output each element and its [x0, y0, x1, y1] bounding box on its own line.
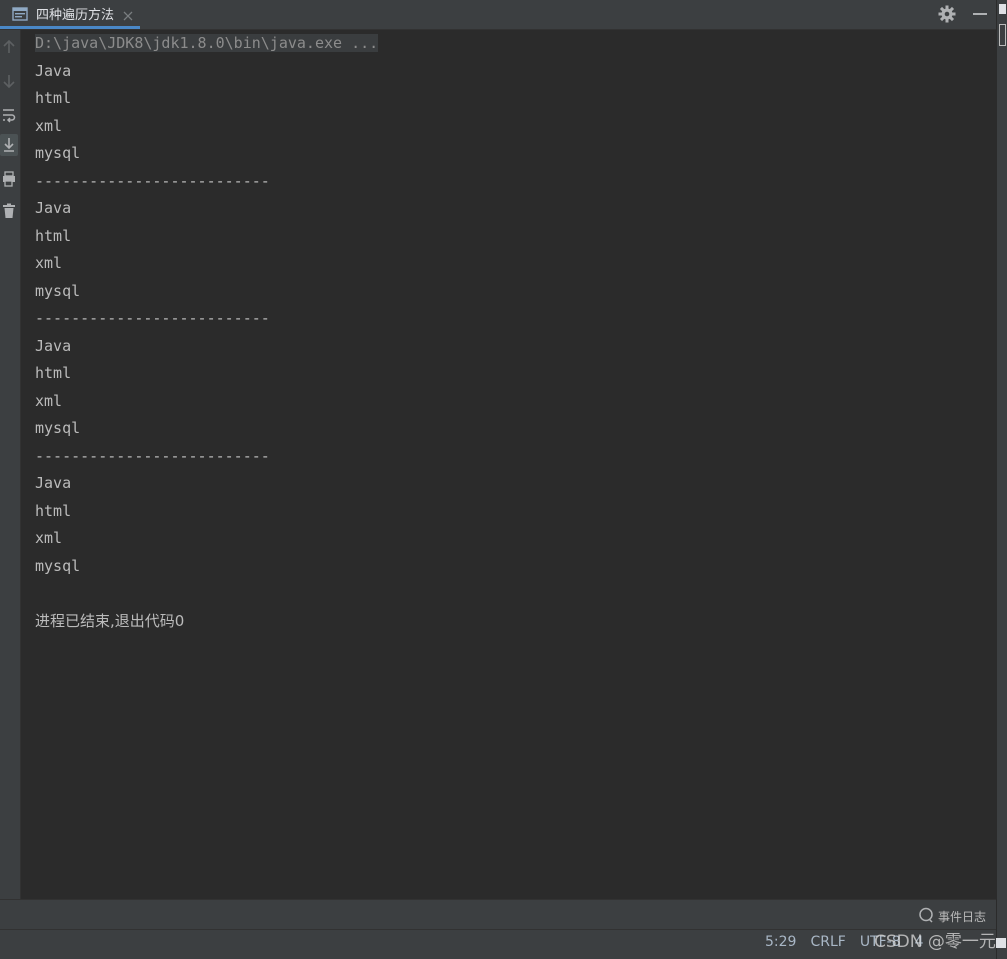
output-line: html: [35, 364, 72, 382]
output-line: Java: [35, 474, 72, 492]
scroll-to-end-icon[interactable]: [0, 134, 18, 156]
command-line[interactable]: D:\java\JDK8\jdk1.8.0\bin\java.exe ...: [35, 30, 379, 58]
status-bar: 5:29 CRLF UTF-8 4: [0, 929, 996, 959]
blank-line: [35, 580, 378, 608]
exit-message: 进程已结束,退出代码0: [35, 611, 185, 630]
output-line: mysql: [35, 556, 81, 575]
output-line: xml: [35, 391, 63, 410]
output-line: xml: [35, 529, 63, 547]
watermark: CSDN @零一元: [874, 932, 996, 952]
output-line: xml: [35, 254, 63, 272]
output-line: Java: [35, 61, 72, 80]
separator-line: --------------------------: [35, 446, 270, 465]
run-tab-label: 四种遍历方法: [36, 7, 115, 23]
separator-line: --------------------------: [35, 309, 270, 327]
output-line: html: [35, 501, 72, 520]
console-output[interactable]: D:\java\JDK8\jdk1.8.0\bin\java.exe ... J…: [21, 30, 996, 899]
arrow-down-icon[interactable]: [0, 70, 18, 92]
output-line: Java: [35, 199, 72, 217]
console-lines: D:\java\JDK8\jdk1.8.0\bin\java.exe ... J…: [35, 30, 379, 635]
output-line: Java: [35, 336, 72, 355]
output-line: mysql: [35, 419, 81, 437]
close-icon[interactable]: [122, 7, 134, 21]
separator-line: --------------------------: [35, 171, 270, 190]
event-log-icon: [918, 907, 934, 926]
output-line: mysql: [35, 144, 81, 162]
event-log-button[interactable]: 事件日志: [918, 907, 986, 926]
output-line: html: [35, 226, 72, 245]
arrow-up-icon[interactable]: [0, 36, 18, 58]
run-tool-window: 四种遍历方法 D:\java\JDK8\jdk1.8.0\bin\java.ex…: [0, 0, 1007, 959]
run-tab[interactable]: 四种遍历方法: [0, 0, 141, 29]
right-tool-strip: [996, 0, 1007, 959]
gear-icon[interactable]: [937, 4, 957, 24]
event-log-label: 事件日志: [937, 910, 986, 924]
minimize-icon[interactable]: [970, 4, 990, 24]
console-window-icon: [12, 6, 28, 21]
output-line: html: [35, 89, 72, 107]
strip-tab[interactable]: [999, 24, 1006, 46]
output-line: xml: [35, 116, 63, 135]
print-icon[interactable]: [0, 168, 18, 190]
console-toolbar: [0, 30, 21, 899]
event-bar: 事件日志: [0, 899, 996, 929]
command-text: D:\java\JDK8\jdk1.8.0\bin\java.exe ...: [35, 34, 379, 52]
trash-icon[interactable]: [0, 200, 18, 222]
output-line: mysql: [35, 281, 81, 300]
caret-position[interactable]: 5:29: [765, 934, 796, 950]
strip-marker: [999, 4, 1006, 14]
line-separator[interactable]: CRLF: [810, 934, 845, 950]
tool-window-header: 四种遍历方法: [0, 0, 996, 30]
soft-wrap-icon[interactable]: [0, 104, 18, 126]
strip-bottom-marker: [996, 938, 1006, 948]
